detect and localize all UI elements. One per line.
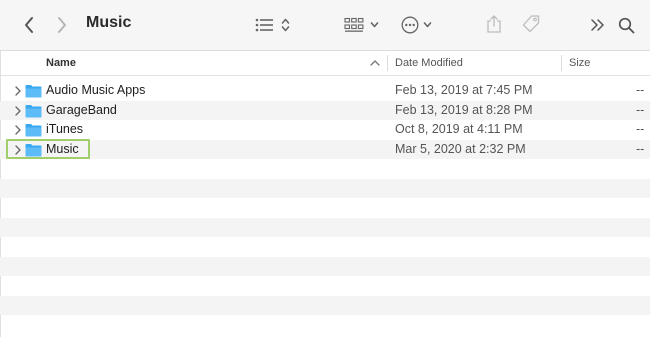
group-button[interactable] <box>344 14 379 36</box>
file-size: -- <box>636 122 645 136</box>
column-size-header[interactable]: Size <box>569 51 590 75</box>
tags-button[interactable] <box>519 12 543 36</box>
file-name: Music <box>46 141 79 156</box>
folder-icon <box>25 124 42 137</box>
empty-row <box>0 237 650 257</box>
chevron-down-icon <box>423 22 432 28</box>
file-date: Feb 13, 2019 at 8:28 PM <box>395 102 533 117</box>
file-date: Feb 13, 2019 at 7:45 PM <box>395 83 533 97</box>
up-down-chevron-icon <box>281 18 290 32</box>
chevron-left-icon <box>25 17 33 33</box>
group-grid-icon <box>344 17 364 32</box>
list-item[interactable]: Audio Music Apps Feb 13, 2019 at 7:45 PM… <box>0 81 650 101</box>
empty-row <box>0 276 650 296</box>
folder-icon <box>25 143 42 156</box>
folder-icon <box>25 104 42 117</box>
empty-row <box>0 178 650 198</box>
column-name-header[interactable]: Name <box>46 51 76 75</box>
file-size: -- <box>636 141 645 156</box>
disclosure-chevron-icon[interactable] <box>13 105 23 117</box>
list-item[interactable]: Music Mar 5, 2020 at 2:32 PM -- <box>0 139 650 159</box>
list-item[interactable]: iTunes Oct 8, 2019 at 4:11 PM -- <box>0 120 650 140</box>
ellipsis-circle-icon <box>401 16 419 34</box>
forward-button[interactable] <box>50 13 74 37</box>
list-item[interactable]: GarageBand Feb 13, 2019 at 8:28 PM -- <box>0 100 650 120</box>
file-name: GarageBand <box>46 102 117 117</box>
empty-row <box>0 198 650 218</box>
empty-row <box>0 315 650 335</box>
column-header: Name Date Modified Size <box>0 51 650 76</box>
chevron-down-icon <box>370 22 379 28</box>
back-button[interactable] <box>17 13 41 37</box>
file-list: Audio Music Apps Feb 13, 2019 at 7:45 PM… <box>0 81 650 159</box>
disclosure-chevron-icon[interactable] <box>13 124 23 136</box>
file-date: Mar 5, 2020 at 2:32 PM <box>395 141 526 156</box>
empty-rows <box>0 159 650 337</box>
file-name: iTunes <box>46 122 84 136</box>
column-divider[interactable] <box>387 55 388 71</box>
tag-icon <box>522 15 540 33</box>
empty-row <box>0 217 650 237</box>
column-divider[interactable] <box>561 55 562 71</box>
file-size: -- <box>636 102 645 117</box>
list-view-icon <box>255 18 273 32</box>
action-menu-button[interactable] <box>401 14 432 36</box>
file-name: Audio Music Apps <box>46 83 146 97</box>
disclosure-chevron-icon[interactable] <box>13 144 23 156</box>
finder-toolbar: Music <box>0 0 650 51</box>
disclosure-chevron-icon[interactable] <box>13 85 23 97</box>
sort-ascending-icon[interactable] <box>368 56 382 70</box>
empty-row <box>0 159 650 179</box>
empty-row <box>0 295 650 315</box>
search-icon <box>618 17 634 33</box>
view-mode-button[interactable] <box>255 14 290 36</box>
file-date: Oct 8, 2019 at 4:11 PM <box>395 122 523 136</box>
share-button[interactable] <box>483 12 505 36</box>
overflow-chevrons-icon <box>591 19 604 31</box>
toolbar-overflow-button[interactable] <box>587 13 609 37</box>
empty-row <box>0 256 650 276</box>
share-icon <box>487 15 501 33</box>
folder-icon <box>25 85 42 98</box>
column-date-header[interactable]: Date Modified <box>395 51 463 75</box>
file-size: -- <box>636 83 645 97</box>
window-title: Music <box>86 14 132 31</box>
chevron-right-icon <box>58 17 66 33</box>
search-button[interactable] <box>615 13 637 37</box>
